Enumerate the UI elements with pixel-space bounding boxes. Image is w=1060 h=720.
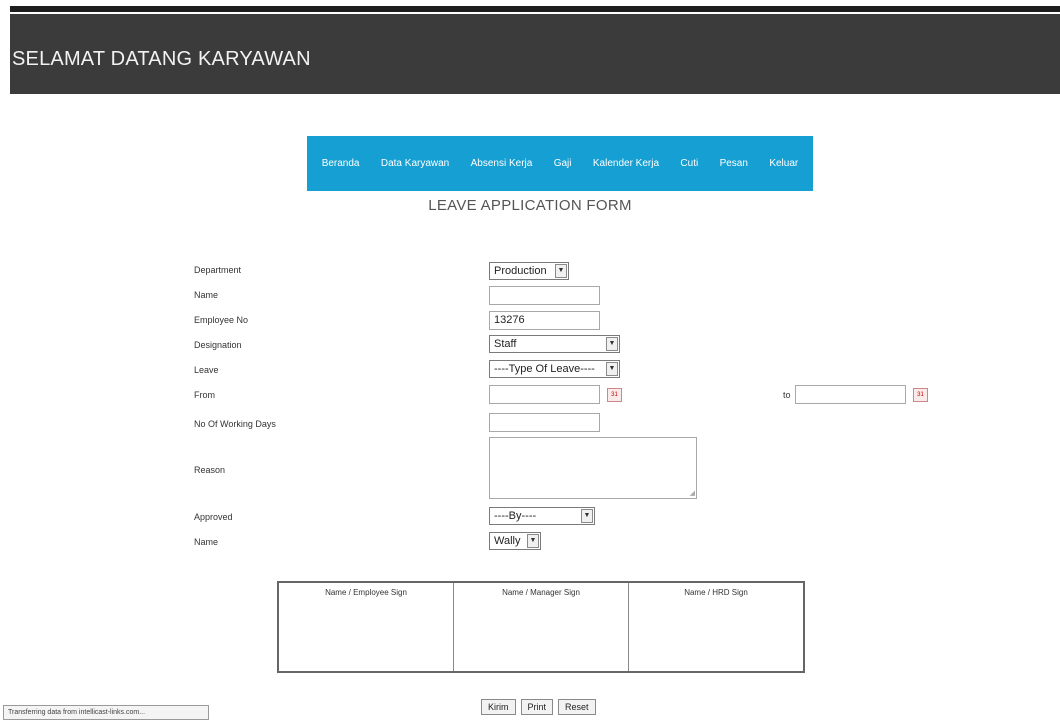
chevron-down-icon: ▼ — [555, 264, 567, 278]
designation-select[interactable]: Staff ▼ — [489, 335, 620, 353]
resize-grip-icon[interactable]: ◢ — [690, 489, 695, 497]
to-date-input[interactable] — [795, 385, 906, 404]
nav-keluar[interactable]: Keluar — [769, 158, 798, 169]
designation-label: Designation — [194, 340, 242, 350]
chevron-down-icon: ▼ — [606, 362, 618, 376]
chevron-down-icon: ▼ — [581, 509, 593, 523]
chevron-down-icon: ▼ — [527, 534, 539, 548]
department-value: Production — [494, 265, 547, 277]
leave-label: Leave — [194, 365, 219, 375]
approver-name-select[interactable]: Wally ▼ — [489, 532, 541, 550]
form-title: LEAVE APPLICATION FORM — [428, 197, 632, 214]
approver-name-label: Name — [194, 537, 219, 547]
approved-label: Approved — [194, 512, 233, 522]
leave-type-value: ----Type Of Leave---- — [494, 363, 595, 375]
employee-no-input[interactable]: 13276 — [489, 311, 600, 330]
employee-sign-cell: Name / Employee Sign — [279, 583, 454, 671]
leave-type-select[interactable]: ----Type Of Leave---- ▼ — [489, 360, 620, 378]
approved-by-select[interactable]: ----By---- ▼ — [489, 507, 595, 525]
nav-cuti[interactable]: Cuti — [680, 158, 698, 169]
page-header: SELAMAT DATANG KARYAWAN — [10, 14, 1060, 94]
working-days-label: No Of Working Days — [194, 419, 276, 429]
approver-name-value: Wally — [494, 535, 521, 547]
nav-absensi-kerja[interactable]: Absensi Kerja — [471, 158, 533, 169]
form-actions: Kirim Print Reset — [481, 699, 596, 715]
reset-button[interactable]: Reset — [558, 699, 596, 715]
calendar-icon[interactable]: 31 — [607, 388, 622, 402]
manager-sign-cell: Name / Manager Sign — [454, 583, 629, 671]
from-label: From — [194, 390, 215, 400]
working-days-input[interactable] — [489, 413, 600, 432]
reason-label: Reason — [194, 465, 226, 475]
name-label: Name — [194, 290, 219, 300]
page-title: SELAMAT DATANG KARYAWAN — [12, 48, 311, 70]
department-select[interactable]: Production ▼ — [489, 262, 569, 280]
to-label: to — [783, 390, 791, 400]
nav-kalender-kerja[interactable]: Kalender Kerja — [593, 158, 659, 169]
reason-textarea[interactable]: ◢ — [489, 437, 697, 499]
designation-value: Staff — [494, 338, 517, 350]
nav-pesan[interactable]: Pesan — [720, 158, 748, 169]
print-button[interactable]: Print — [520, 699, 554, 715]
signature-table: Name / Employee Sign Name / Manager Sign… — [277, 581, 805, 673]
status-bar: Transferring data from intellicast-links… — [3, 705, 209, 720]
submit-button[interactable]: Kirim — [481, 699, 516, 715]
nav-gaji[interactable]: Gaji — [554, 158, 572, 169]
department-label: Department — [194, 265, 242, 275]
approved-by-value: ----By---- — [494, 510, 537, 522]
chevron-down-icon: ▼ — [606, 337, 618, 351]
main-nav: Beranda Data Karyawan Absensi Kerja Gaji… — [307, 136, 813, 191]
name-input[interactable] — [489, 286, 600, 305]
employee-no-label: Employee No — [194, 315, 249, 325]
nav-beranda[interactable]: Beranda — [322, 158, 360, 169]
hrd-sign-cell: Name / HRD Sign — [684, 588, 748, 597]
from-date-input[interactable] — [489, 385, 600, 404]
top-border — [10, 6, 1060, 12]
nav-data-karyawan[interactable]: Data Karyawan — [381, 158, 449, 169]
calendar-icon[interactable]: 31 — [913, 388, 928, 402]
